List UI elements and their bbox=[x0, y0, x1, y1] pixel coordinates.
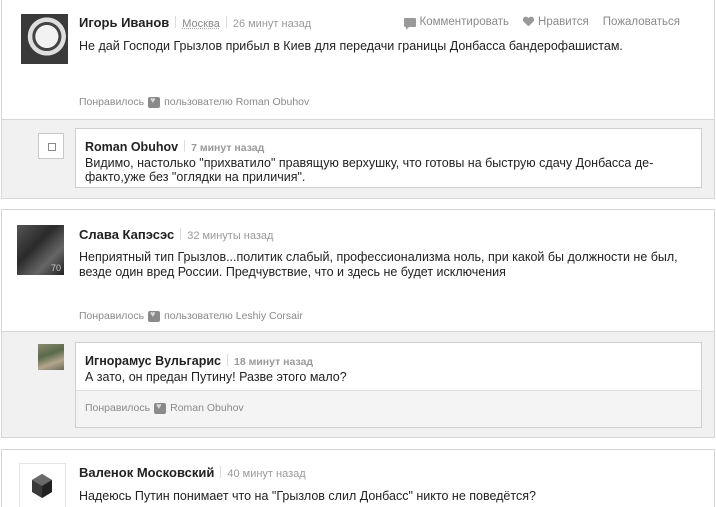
comment-text: Неприятный тип Грызлов...политик слабый,… bbox=[79, 250, 678, 279]
avatar[interactable] bbox=[38, 133, 64, 159]
heart-icon bbox=[148, 309, 161, 322]
avatar[interactable] bbox=[19, 463, 66, 507]
reply-text: Видимо, настолько "прихватило" правящую … bbox=[85, 156, 654, 184]
liked-user[interactable]: пользователю Roman Obuhov bbox=[164, 96, 309, 108]
liked-prefix: Понравилось bbox=[79, 310, 145, 322]
reply-header: Roman Obuhov 7 минут назад bbox=[85, 139, 701, 154]
comment-actions: Комментировать Нравится Пожаловаться bbox=[403, 16, 680, 30]
divider bbox=[220, 466, 222, 478]
like-button[interactable]: Нравится bbox=[523, 16, 589, 28]
author-location[interactable]: Москва bbox=[182, 18, 220, 30]
liked-by: Понравилось пользователю Roman Obuhov bbox=[79, 95, 309, 109]
liked-user[interactable]: Roman Obuhov bbox=[170, 402, 244, 414]
comment-header: Игорь Иванов Москва 26 минут назад bbox=[79, 15, 311, 31]
heart-icon bbox=[523, 17, 534, 27]
report-label: Пожаловаться bbox=[602, 16, 680, 28]
heart-icon bbox=[154, 401, 167, 414]
reply-liked-by: Понравилось Roman Obuhov bbox=[76, 390, 701, 427]
reply-time: 18 минут назад bbox=[233, 356, 314, 368]
comment-header: Валенок Московский 40 минут назад bbox=[79, 465, 306, 481]
comment-card: Валенок Московский 40 минут назад Надеюс… bbox=[1, 449, 715, 507]
comment-text: Не дай Господи Грызлов прибыл в Киев для… bbox=[79, 39, 623, 53]
divider bbox=[175, 16, 177, 28]
divider bbox=[184, 140, 186, 152]
divider bbox=[225, 16, 227, 28]
comment-text: Надеюсь Путин понимает что на "Грызлов с… bbox=[79, 489, 536, 503]
liked-prefix: Понравилось bbox=[85, 402, 151, 414]
author-name[interactable]: Валенок Московский bbox=[79, 465, 214, 480]
like-label: Нравится bbox=[538, 16, 589, 28]
geometric-avatar-icon bbox=[32, 474, 52, 498]
reply-author[interactable]: Roman Obuhov bbox=[85, 140, 178, 154]
reply-time: 7 минут назад bbox=[191, 142, 265, 154]
liked-by: Понравилось пользователю Leshiy Corsair bbox=[79, 309, 303, 323]
heart-icon bbox=[148, 95, 161, 108]
author-name[interactable]: Игорь Иванов bbox=[79, 15, 169, 30]
divider bbox=[180, 228, 182, 240]
divider bbox=[226, 354, 228, 366]
comment-button[interactable]: Комментировать bbox=[403, 16, 510, 30]
comment-card: Слава Капэсэс 32 минуты назад Неприятный… bbox=[1, 209, 715, 438]
report-button[interactable]: Пожаловаться bbox=[603, 16, 680, 28]
author-name[interactable]: Слава Капэсэс bbox=[79, 227, 174, 242]
replies-area: Игнорамус Вульгарис 18 минут назад А зат… bbox=[2, 331, 714, 437]
reply-text: А зато, он предан Путину! Разве этого ма… bbox=[85, 370, 347, 384]
comment-time: 40 минут назад bbox=[227, 468, 306, 480]
comment-header: Слава Капэсэс 32 минуты назад bbox=[79, 227, 273, 243]
comment-card: Игорь Иванов Москва 26 минут назад Комме… bbox=[1, 0, 715, 199]
replies-area: Roman Obuhov 7 минут назад Видимо, насто… bbox=[2, 119, 714, 198]
reply-header: Игнорамус Вульгарис 18 минут назад bbox=[85, 353, 701, 368]
avatar[interactable] bbox=[38, 344, 64, 370]
comment-time: 26 минут назад bbox=[232, 18, 312, 30]
liked-user[interactable]: пользователю Leshiy Corsair bbox=[164, 310, 303, 322]
reply-author[interactable]: Игнорамус Вульгарис bbox=[85, 354, 221, 368]
speech-bubble-icon bbox=[403, 17, 416, 30]
avatar[interactable] bbox=[17, 225, 64, 275]
reply-card: Игнорамус Вульгарис 18 минут назад А зат… bbox=[75, 342, 702, 428]
comment-time: 32 минуты назад bbox=[187, 230, 274, 242]
avatar[interactable] bbox=[21, 14, 68, 64]
comment-label: Комментировать bbox=[419, 16, 510, 28]
liked-prefix: Понравилось bbox=[79, 96, 145, 108]
reply-card: Roman Obuhov 7 минут назад Видимо, насто… bbox=[75, 128, 702, 188]
